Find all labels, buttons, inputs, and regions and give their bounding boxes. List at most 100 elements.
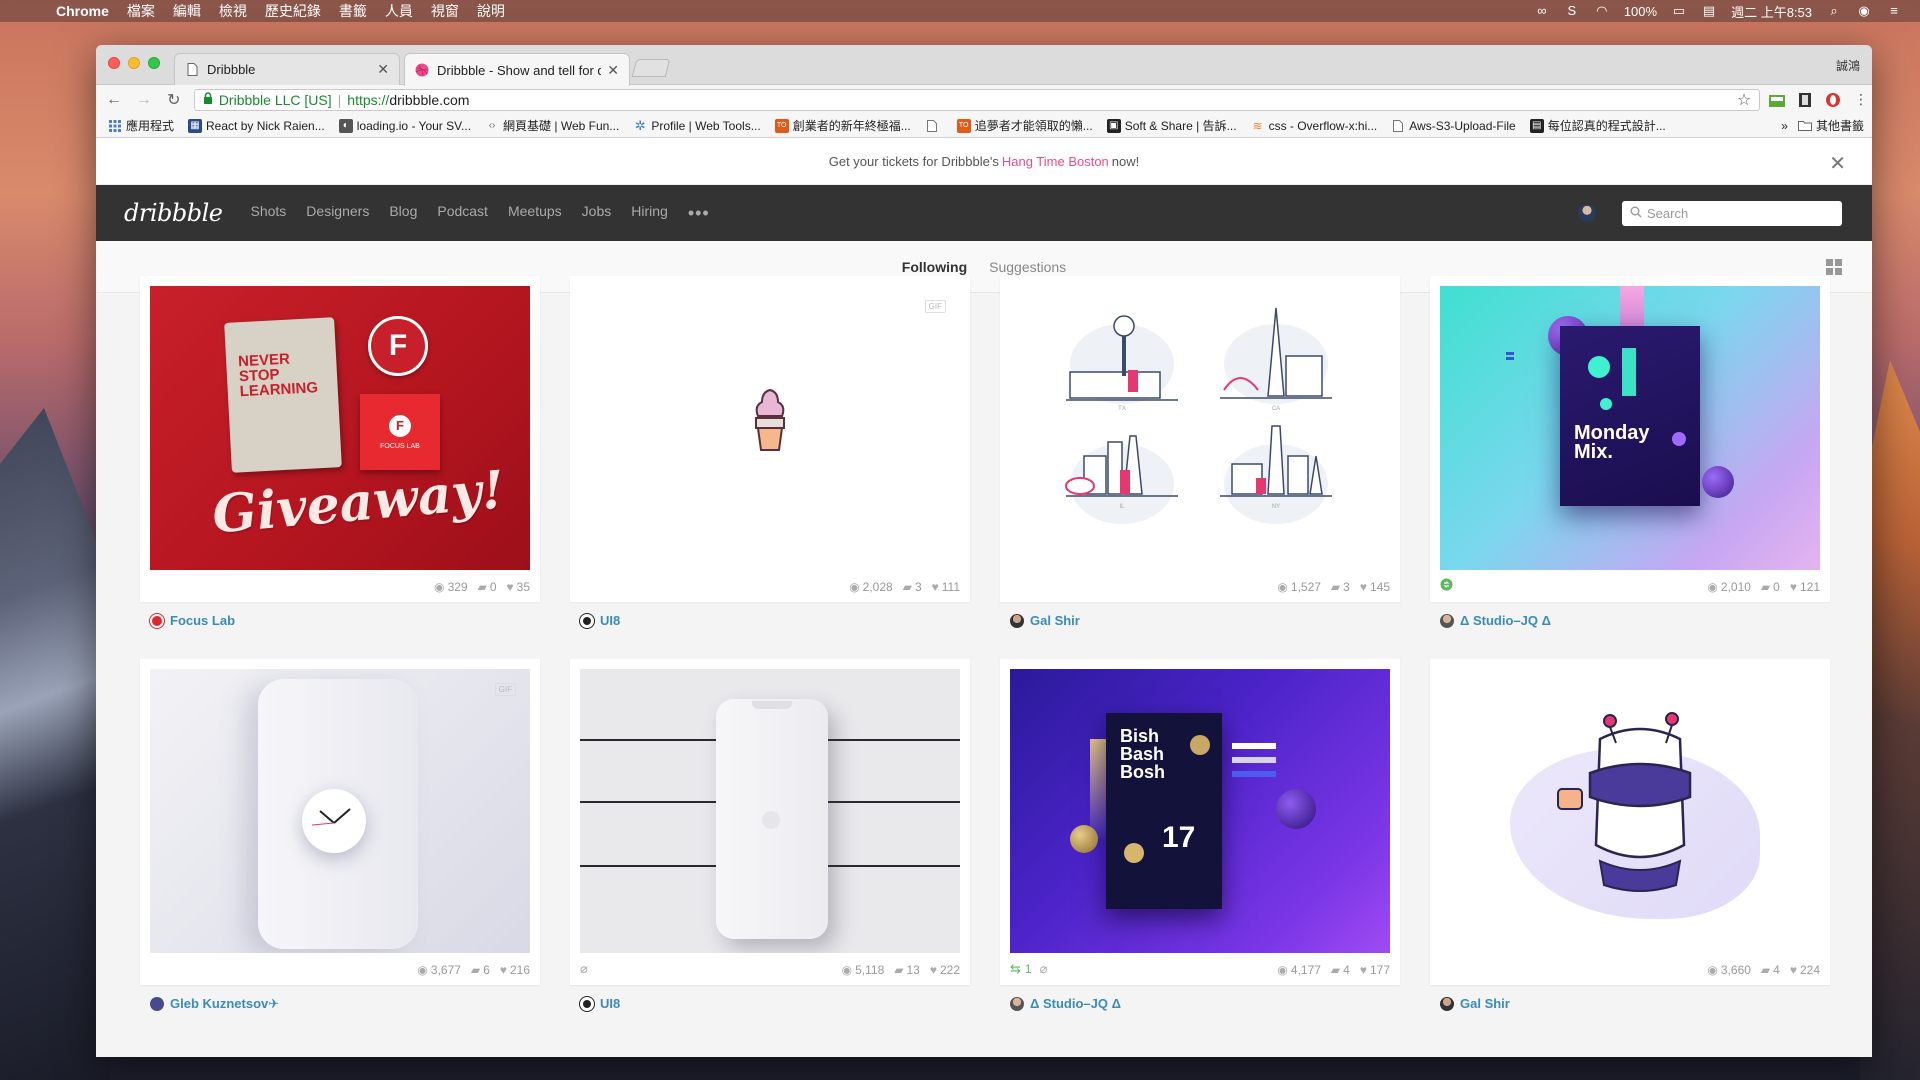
bookmark-page[interactable]	[925, 119, 943, 133]
author-name[interactable]: Δ Studio–JQ Δ	[1460, 613, 1551, 628]
nav-link-hiring[interactable]: Hiring	[631, 203, 668, 224]
bookmark-to-1[interactable]: TO 創業者的新年終極福...	[774, 117, 911, 134]
attachment-indicator[interactable]: ⌀	[580, 961, 588, 977]
bookmark-react[interactable]: ▦ React by Nick Raien...	[188, 118, 325, 133]
shot-card[interactable]: Monday Mix. ◉ 2,010 ▰ 0 ♥ 121	[1430, 276, 1830, 602]
shot-thumbnail[interactable]: GIF	[150, 669, 530, 953]
bookmark-soft-share[interactable]: ▣ Soft & Share | 告訴...	[1106, 117, 1237, 134]
author-name[interactable]: UI8	[600, 996, 620, 1011]
bookmark-web-fundamentals[interactable]: ‹› 網頁基礎 | Web Fun...	[485, 117, 620, 134]
siri-icon[interactable]: ◉	[1856, 4, 1872, 18]
nav-link-designers[interactable]: Designers	[306, 203, 369, 224]
input-source-flag-icon[interactable]: ▤	[1701, 4, 1717, 18]
shot-author[interactable]: Gal Shir	[1010, 613, 1080, 628]
spotlight-search-icon[interactable]: ⌕	[1826, 4, 1842, 18]
tab-close-icon[interactable]: ✕	[607, 62, 619, 79]
shot-thumbnail[interactable]	[580, 669, 960, 953]
author-name[interactable]: Δ Studio–JQ Δ	[1030, 996, 1121, 1011]
bookmark-star-icon[interactable]: ☆	[1737, 90, 1751, 110]
bookmark-profile-web-tools[interactable]: ✲ Profile | Web Tools...	[633, 118, 761, 133]
dribbble-logo[interactable]: dribbble	[124, 199, 223, 227]
nav-link-jobs[interactable]: Jobs	[582, 203, 612, 224]
shot-author[interactable]: Δ Studio–JQ Δ	[1010, 996, 1121, 1011]
nav-link-blog[interactable]: Blog	[389, 203, 417, 224]
menu-view[interactable]: 檢視	[219, 1, 247, 21]
shot-author[interactable]: Focus Lab	[150, 613, 235, 628]
extension-new-icon[interactable]	[1766, 91, 1788, 109]
more-menu-icon[interactable]: •••	[688, 203, 710, 224]
author-name[interactable]: Focus Lab	[170, 613, 235, 628]
user-avatar[interactable]	[1578, 204, 1596, 222]
extension-film-icon[interactable]	[1794, 91, 1816, 109]
shot-author[interactable]: Gal Shir	[1440, 996, 1510, 1011]
rebound-indicator[interactable]	[1440, 578, 1453, 594]
shot-card[interactable]: ⌀ ◉ 5,118 ▰ 13 ♥ 222	[570, 659, 970, 985]
tab-following[interactable]: Following	[902, 259, 967, 275]
shot-thumbnail[interactable]	[1440, 669, 1820, 953]
shot-thumbnail[interactable]: NEVER STOP LEARNING F F FOCUS LAB Giveaw…	[150, 286, 530, 570]
bookmark-apps[interactable]: 應用程式	[108, 117, 174, 134]
bookmarks-overflow[interactable]: » 其他書籤	[1781, 117, 1864, 134]
menu-help[interactable]: 說明	[477, 1, 505, 21]
window-minimize-button[interactable]	[128, 57, 140, 69]
chrome-profile-name[interactable]: 誠鴻	[1836, 57, 1860, 74]
chrome-menu-icon[interactable]: ⋮	[1850, 91, 1872, 109]
menu-window[interactable]: 視窗	[431, 1, 459, 21]
ev-certificate-label[interactable]: Dribbble LLC [US]	[219, 92, 332, 108]
grid-view-icon[interactable]	[1826, 259, 1842, 275]
shot-author[interactable]: Gleb Kuznetsov✈	[150, 996, 279, 1012]
menu-edit[interactable]: 編輯	[173, 1, 201, 21]
browser-tab-dribbble[interactable]: Dribbble ✕	[174, 53, 400, 85]
reload-icon[interactable]: ↻	[162, 90, 186, 110]
notification-center-icon[interactable]: ≡	[1886, 4, 1902, 18]
menu-file[interactable]: 檔案	[127, 1, 155, 21]
skype-icon[interactable]: S	[1564, 4, 1580, 18]
address-bar[interactable]: Dribbble LLC [US] | https:// dribbble.co…	[193, 88, 1761, 111]
shot-author[interactable]: Δ Studio–JQ Δ	[1440, 613, 1551, 628]
menu-people[interactable]: 人員	[385, 1, 413, 21]
bookmark-aws-s3[interactable]: Aws-S3-Upload-File	[1391, 119, 1516, 133]
menu-history[interactable]: 歷史紀錄	[265, 1, 321, 21]
other-bookmarks-label[interactable]: 其他書籤	[1816, 117, 1864, 134]
bookmark-loading-io[interactable]: ◐ loading.io - Your SV...	[338, 118, 471, 133]
rebound-indicator[interactable]: ⇆ 1 ⌀	[1010, 961, 1047, 977]
close-icon[interactable]: ✕	[1829, 151, 1846, 176]
author-name[interactable]: Gal Shir	[1030, 613, 1080, 628]
tab-close-icon[interactable]: ✕	[377, 61, 389, 78]
shot-thumbnail[interactable]: GIF	[580, 286, 960, 570]
shot-thumbnail[interactable]: Monday Mix.	[1440, 286, 1820, 570]
lock-icon[interactable]	[203, 92, 213, 107]
shot-card[interactable]: NEVER STOP LEARNING F F FOCUS LAB Giveaw…	[140, 276, 540, 602]
author-name[interactable]: Gal Shir	[1460, 996, 1510, 1011]
battery-icon[interactable]: ▭	[1671, 4, 1687, 18]
shot-thumbnail[interactable]: TX CA IL NY	[1010, 286, 1390, 570]
shot-card[interactable]: Bish Bash Bosh 17 ⇆ 1 ⌀ ◉ 4,177 ▰ 4 ♥ 17…	[1000, 659, 1400, 985]
search-input[interactable]: Search	[1622, 201, 1842, 226]
nav-link-shots[interactable]: Shots	[250, 203, 286, 224]
shot-author[interactable]: UI8	[580, 996, 620, 1011]
promo-link[interactable]: Hang Time Boston	[1002, 154, 1109, 169]
forward-arrow-icon[interactable]: →	[132, 91, 156, 109]
menu-bookmarks[interactable]: 書籤	[339, 1, 367, 21]
bookmark-stackoverflow[interactable]: ≋ css - Overflow-x:hi...	[1251, 119, 1378, 133]
chevron-double-right-icon[interactable]: »	[1781, 119, 1788, 133]
shot-author[interactable]: UI8	[580, 613, 620, 628]
window-maximize-button[interactable]	[148, 57, 160, 69]
bookmark-book[interactable]: ▤ 每位認真的程式設計...	[1529, 117, 1666, 134]
shot-card[interactable]: TX CA IL NY ◉ 1,527 ▰ 3 ♥ 145	[1000, 276, 1400, 602]
shot-card[interactable]: ◉ 3,660 ▰ 4 ♥ 224	[1430, 659, 1830, 985]
author-name[interactable]: Gleb Kuznetsov✈	[170, 996, 279, 1012]
shot-card[interactable]: GIF ◉ 3,677 ▰ 6 ♥ 216	[140, 659, 540, 985]
browser-tab-dribbble-active[interactable]: Dribbble - Show and tell for de ✕	[404, 53, 630, 86]
shot-thumbnail[interactable]: Bish Bash Bosh 17	[1010, 669, 1390, 953]
author-name[interactable]: UI8	[600, 613, 620, 628]
window-close-button[interactable]	[108, 57, 120, 69]
bookmark-to-2[interactable]: TO 追夢者才能領取的懶...	[956, 117, 1093, 134]
back-arrow-icon[interactable]: ←	[102, 91, 126, 109]
nav-link-podcast[interactable]: Podcast	[437, 203, 488, 224]
tab-suggestions[interactable]: Suggestions	[989, 259, 1066, 275]
wifi-icon[interactable]: ◠	[1594, 4, 1610, 18]
creative-cloud-icon[interactable]: ∞	[1534, 4, 1550, 18]
nav-link-meetups[interactable]: Meetups	[508, 203, 562, 224]
shot-card[interactable]: GIF ◉ 2,028 ▰ 3 ♥ 111	[570, 276, 970, 602]
